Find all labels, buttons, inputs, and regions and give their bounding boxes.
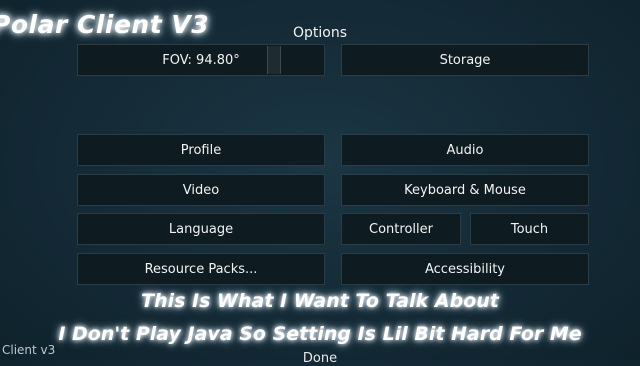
- storage-button[interactable]: Storage: [341, 44, 589, 76]
- caption-line-1: This Is What I Want To Talk About: [141, 290, 499, 312]
- touch-button[interactable]: Touch: [470, 213, 589, 245]
- version-label: Client v3: [2, 343, 56, 357]
- profile-button[interactable]: Profile: [77, 134, 325, 166]
- fov-slider-handle[interactable]: [267, 46, 281, 74]
- audio-button[interactable]: Audio: [341, 134, 589, 166]
- language-button[interactable]: Language: [77, 213, 325, 245]
- keyboard-mouse-button[interactable]: Keyboard & Mouse: [341, 174, 589, 206]
- accessibility-button[interactable]: Accessibility: [341, 253, 589, 285]
- fov-slider[interactable]: FOV: 94.80°: [77, 44, 325, 76]
- resource-packs-button[interactable]: Resource Packs...: [77, 253, 325, 285]
- controller-button[interactable]: Controller: [341, 213, 461, 245]
- video-button[interactable]: Video: [77, 174, 325, 206]
- screen-title: Options: [292, 25, 348, 41]
- caption-line-2: I Don't Play Java So Setting Is Lil Bit …: [58, 323, 582, 345]
- fov-slider-label: FOV: 94.80°: [162, 52, 240, 68]
- done-button[interactable]: Done: [300, 351, 340, 366]
